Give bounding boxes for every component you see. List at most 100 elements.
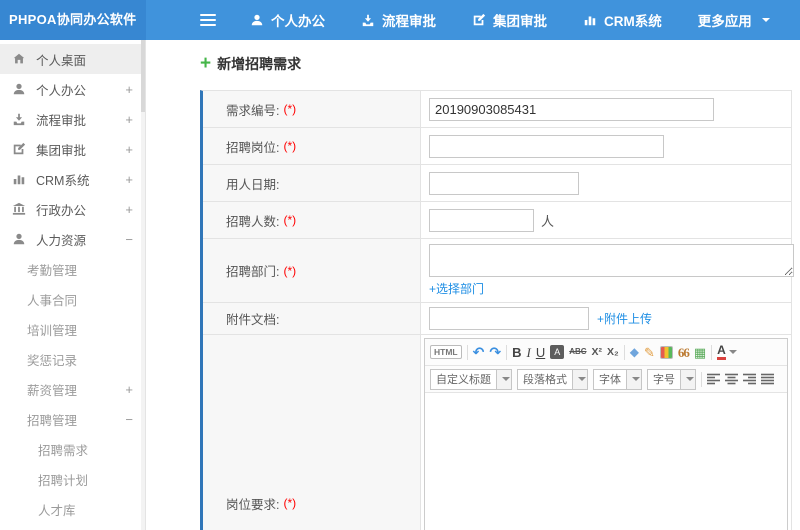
underline-button[interactable]: U bbox=[536, 346, 545, 359]
recruit-demand-form: 需求编号: (*) 招聘岗位: (*) 用人 bbox=[200, 90, 794, 530]
expand-toggle[interactable]: + bbox=[125, 82, 133, 97]
editor-content-area[interactable] bbox=[425, 393, 787, 530]
sidebar-item-label: 培训管理 bbox=[27, 323, 78, 338]
demand-number-input[interactable] bbox=[429, 97, 714, 121]
nav-label: 更多应用 bbox=[697, 14, 752, 29]
field-value: +附件上传 bbox=[421, 303, 791, 334]
label-text: 需求编号: bbox=[226, 103, 280, 118]
attachment-upload-link[interactable]: +附件上传 bbox=[597, 310, 652, 327]
field-label: 招聘人数: (*) bbox=[203, 202, 421, 238]
strikethrough-button[interactable]: ABC bbox=[569, 348, 586, 356]
nav-more-apps[interactable]: 更多应用 bbox=[698, 10, 770, 30]
italic-button[interactable]: I bbox=[526, 346, 530, 359]
sidebar-item-admin-office[interactable]: 行政办公 + bbox=[0, 194, 145, 224]
undo-button[interactable]: ↶ bbox=[473, 345, 485, 359]
field-label: 用人日期: bbox=[203, 165, 421, 201]
superscript-button[interactable]: X² bbox=[592, 347, 603, 358]
brush-icon[interactable]: ✎ bbox=[644, 346, 655, 359]
font-family-select[interactable]: 字体 bbox=[593, 368, 642, 390]
font-color-button[interactable]: A bbox=[717, 344, 737, 360]
sidebar-item-hr[interactable]: 人力资源 − bbox=[0, 224, 145, 254]
sidebar-item-group-approval[interactable]: 集团审批 + bbox=[0, 134, 145, 164]
field-label: 需求编号: (*) bbox=[203, 91, 421, 127]
form-row-attachment: 附件文档: +附件上传 bbox=[203, 303, 791, 335]
expand-toggle[interactable]: + bbox=[125, 142, 133, 157]
approval-icon bbox=[12, 142, 27, 156]
sidebar-item-rewards[interactable]: 奖惩记录 bbox=[0, 344, 145, 374]
paragraph-format-select[interactable]: 段落格式 bbox=[517, 368, 588, 390]
toolbar-divider bbox=[701, 371, 702, 387]
sidebar-scrollbar[interactable] bbox=[141, 40, 145, 530]
sidebar-item-recruit-demand[interactable]: 招聘需求 bbox=[0, 434, 145, 464]
sidebar-item-hr-contract[interactable]: 人事合同 bbox=[0, 284, 145, 314]
nav-label: CRM系统 bbox=[604, 14, 662, 29]
bold-button[interactable]: B bbox=[512, 346, 521, 359]
form-row-department: 招聘部门: (*) +选择部门 bbox=[203, 239, 794, 303]
select-department-link[interactable]: +选择部门 bbox=[429, 280, 484, 297]
fill-color-icon[interactable] bbox=[659, 345, 673, 359]
label-text: 岗位要求: bbox=[226, 497, 280, 512]
recruit-department-textarea[interactable] bbox=[429, 244, 794, 277]
custom-title-select[interactable]: 自定义标题 bbox=[430, 368, 512, 390]
expand-toggle[interactable]: + bbox=[125, 202, 133, 217]
expand-toggle[interactable]: + bbox=[125, 382, 133, 397]
subscript-button[interactable]: X₂ bbox=[607, 347, 619, 358]
attachment-input[interactable] bbox=[429, 307, 589, 330]
sidebar-item-label: 行政办公 bbox=[36, 203, 87, 218]
unit-suffix: 人 bbox=[541, 213, 555, 229]
font-size-select[interactable]: 字号 bbox=[647, 368, 696, 390]
field-label: 招聘部门: (*) bbox=[203, 239, 421, 302]
redo-button[interactable]: ↷ bbox=[489, 345, 501, 359]
expand-toggle[interactable]: + bbox=[125, 112, 133, 127]
sidebar-item-label: 个人桌面 bbox=[36, 53, 87, 68]
nav-personal-office[interactable]: 个人办公 bbox=[250, 10, 325, 30]
user-icon bbox=[12, 82, 27, 96]
html-source-button[interactable]: HTML bbox=[430, 344, 462, 360]
align-right-icon[interactable] bbox=[743, 373, 756, 385]
caret-down-icon bbox=[761, 18, 770, 26]
sidebar-item-attendance[interactable]: 考勤管理 bbox=[0, 254, 145, 284]
field-label: 附件文档: bbox=[203, 303, 421, 334]
headcount-input[interactable] bbox=[429, 208, 534, 232]
user-icon bbox=[250, 13, 264, 27]
eraser-icon[interactable]: ◆ bbox=[630, 346, 639, 358]
nav-workflow-approval[interactable]: 流程审批 bbox=[361, 10, 436, 30]
nav-crm[interactable]: CRM系统 bbox=[583, 10, 662, 30]
form-row-headcount: 招聘人数: (*) 人 bbox=[203, 202, 791, 239]
sidebar-item-label: 人力资源 bbox=[36, 233, 87, 248]
hire-date-input[interactable] bbox=[429, 171, 579, 195]
sidebar-item-talent-pool[interactable]: 人才库 bbox=[0, 494, 145, 524]
expand-toggle[interactable]: − bbox=[125, 232, 133, 247]
sidebar-item-recruit-mgmt[interactable]: 招聘管理 − bbox=[0, 404, 145, 434]
align-center-icon[interactable] bbox=[725, 373, 738, 385]
select-label: 段落格式 bbox=[523, 374, 567, 386]
form-row-demand-number: 需求编号: (*) bbox=[203, 91, 791, 128]
sidebar-item-training[interactable]: 培训管理 bbox=[0, 314, 145, 344]
sidebar-item-personal-office[interactable]: 个人办公 + bbox=[0, 74, 145, 104]
sidebar-item-label: 招聘需求 bbox=[38, 443, 89, 458]
nav-label: 个人办公 bbox=[271, 14, 325, 29]
table-icon[interactable]: ▦ bbox=[694, 346, 706, 359]
quote-icon[interactable]: 66 bbox=[678, 346, 690, 359]
align-justify-icon[interactable] bbox=[761, 373, 774, 385]
sidebar-item-personal-desktop[interactable]: 个人桌面 bbox=[0, 44, 145, 74]
nav-group-approval[interactable]: 集团审批 bbox=[472, 10, 547, 30]
hamburger-icon[interactable] bbox=[200, 14, 216, 26]
nav-label: 流程审批 bbox=[382, 14, 436, 29]
required-mark: (*) bbox=[283, 496, 297, 510]
font-button[interactable]: A bbox=[550, 345, 565, 359]
expand-toggle[interactable]: + bbox=[125, 172, 133, 187]
sidebar-item-recruit-plan[interactable]: 招聘计划 bbox=[0, 464, 145, 494]
expand-toggle[interactable]: − bbox=[125, 412, 133, 427]
sidebar-item-label: CRM系统 bbox=[36, 173, 90, 188]
scrollbar-thumb[interactable] bbox=[141, 40, 145, 112]
form-row-hire-date: 用人日期: bbox=[203, 165, 791, 202]
label-text: 用人日期: bbox=[226, 177, 280, 192]
recruit-position-input[interactable] bbox=[429, 134, 664, 158]
workflow-icon bbox=[12, 112, 27, 126]
align-left-icon[interactable] bbox=[707, 373, 720, 385]
sidebar-item-crm[interactable]: CRM系统 + bbox=[0, 164, 145, 194]
sidebar-item-workflow-approval[interactable]: 流程审批 + bbox=[0, 104, 145, 134]
sidebar-item-salary[interactable]: 薪资管理 + bbox=[0, 374, 145, 404]
font-color-label: A bbox=[717, 344, 726, 360]
